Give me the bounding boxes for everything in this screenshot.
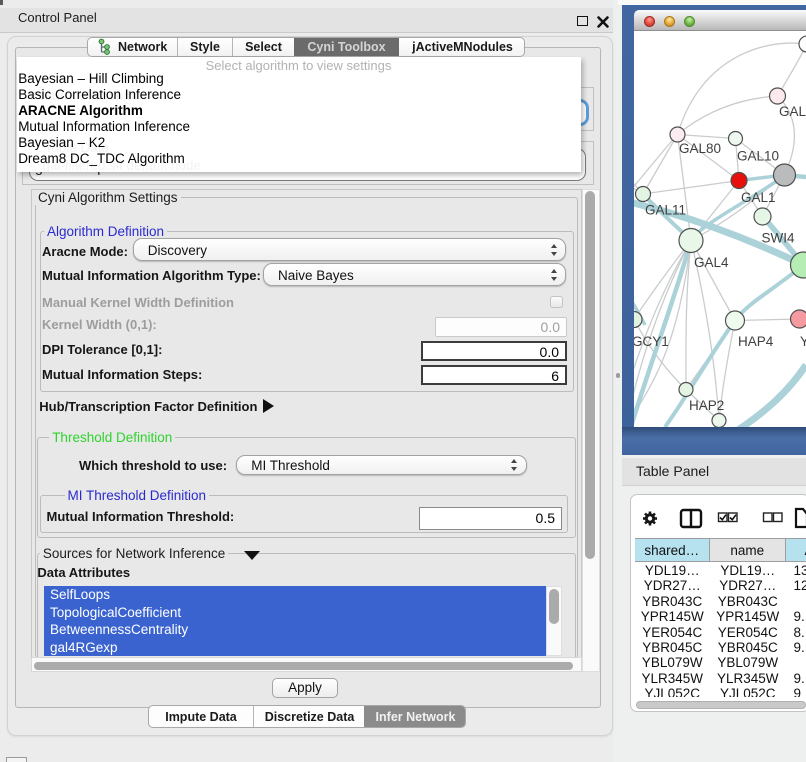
svg-text:GAL7: GAL7 <box>779 104 806 119</box>
svg-text:SWI4: SWI4 <box>762 231 795 246</box>
svg-text:HAP2: HAP2 <box>689 398 724 413</box>
svg-text:YJ: YJ <box>800 334 806 349</box>
svg-text:GAL1: GAL1 <box>741 190 776 205</box>
svg-text:GCY1: GCY1 <box>634 334 669 349</box>
svg-text:GAL11: GAL11 <box>645 203 686 218</box>
svg-text:GAL4: GAL4 <box>694 255 729 270</box>
svg-text:GAL10: GAL10 <box>737 149 779 164</box>
svg-text:HAP4: HAP4 <box>738 334 774 349</box>
svg-text:GAL80: GAL80 <box>679 141 721 156</box>
